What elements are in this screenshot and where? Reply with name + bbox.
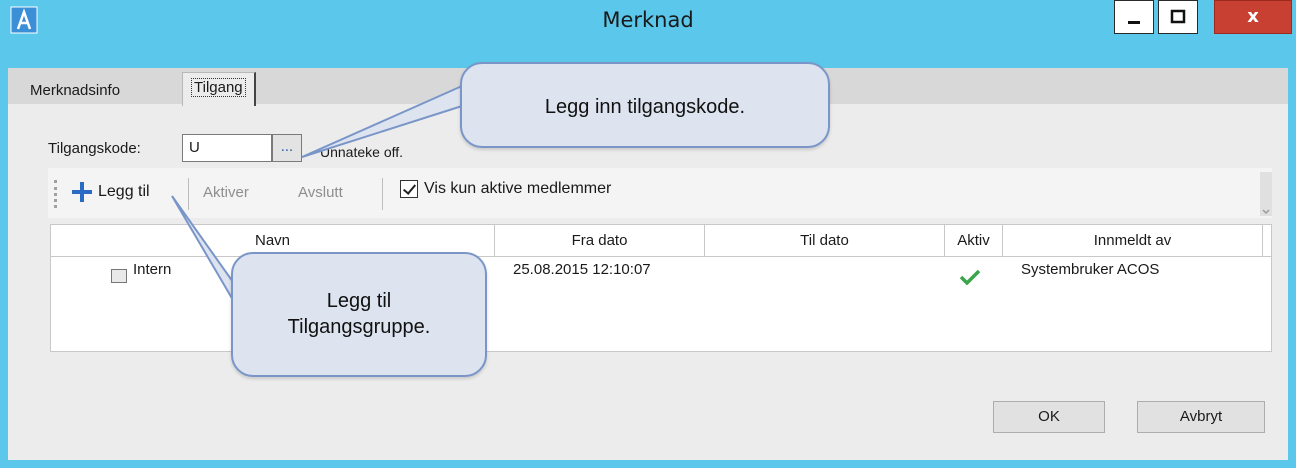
cell-navn: Intern — [133, 261, 172, 278]
cell-innmeldt-av: Systembruker ACOS — [1021, 261, 1160, 278]
cancel-button[interactable]: Avbryt — [1137, 401, 1265, 433]
add-button-label: Legg til — [98, 183, 150, 200]
group-icon — [111, 269, 127, 283]
tab-merknadsinfo[interactable]: Merknadsinfo — [22, 76, 128, 106]
column-header-innmeldt-av[interactable]: Innmeldt av — [1003, 225, 1263, 257]
column-header-til-dato[interactable]: Til dato — [705, 225, 945, 257]
plus-icon — [72, 182, 92, 202]
tab-tilgang-label: Tilgang — [191, 78, 246, 97]
toolbar-separator — [188, 178, 189, 210]
active-members-checkbox[interactable] — [400, 180, 418, 198]
callout-legg-til-line2: Tilgangsgruppe. — [287, 316, 431, 338]
toolbar-grip[interactable] — [54, 180, 57, 208]
active-members-label: Vis kun aktive medlemmer — [424, 180, 612, 197]
add-button[interactable]: Legg til — [72, 182, 150, 202]
maximize-icon — [1170, 9, 1186, 24]
callout-legg-til: Legg til Tilgangsgruppe. — [231, 252, 487, 377]
title-bar[interactable]: Merknad x — [0, 0, 1296, 58]
tab-tilgang[interactable]: Tilgang — [182, 72, 256, 106]
chevron-down-icon — [1262, 209, 1270, 215]
tilgangskode-description: Unnateke off. — [320, 144, 404, 160]
window-title: Merknad — [602, 8, 694, 32]
cell-fra-dato: 25.08.2015 12:10:07 — [513, 261, 651, 278]
callout-legg-til-line1: Legg til — [326, 290, 392, 312]
ok-button[interactable]: OK — [993, 401, 1105, 433]
close-button[interactable]: x — [1214, 0, 1292, 34]
column-header-aktiv[interactable]: Aktiv — [945, 225, 1003, 257]
tilgangskode-label: Tilgangskode: — [48, 140, 141, 157]
minimize-button[interactable] — [1114, 0, 1154, 34]
tilgangskode-input[interactable]: U — [182, 134, 272, 162]
toolbar: Legg til Aktiver Avslutt Vis kun aktive … — [48, 168, 1272, 218]
end-button[interactable]: Avslutt — [298, 184, 343, 201]
callout-tilgangskode: Legg inn tilgangskode. — [460, 62, 830, 148]
active-check-icon — [959, 269, 981, 285]
browse-kode-button[interactable]: ... — [272, 134, 302, 162]
dialog-window: Merknad x Merknadsinfo Tilgang Tilgangsk… — [0, 0, 1296, 468]
grid-header: Navn Fra dato Til dato Aktiv Innmeldt av — [51, 225, 1271, 257]
column-header-fra-dato[interactable]: Fra dato — [495, 225, 705, 257]
toolbar-separator — [382, 178, 383, 210]
toolbar-overflow[interactable] — [1260, 172, 1272, 216]
activate-button[interactable]: Aktiver — [203, 184, 249, 201]
active-members-filter[interactable]: Vis kun aktive medlemmer — [400, 180, 611, 198]
minimize-icon — [1128, 21, 1140, 24]
maximize-button[interactable] — [1158, 0, 1198, 34]
